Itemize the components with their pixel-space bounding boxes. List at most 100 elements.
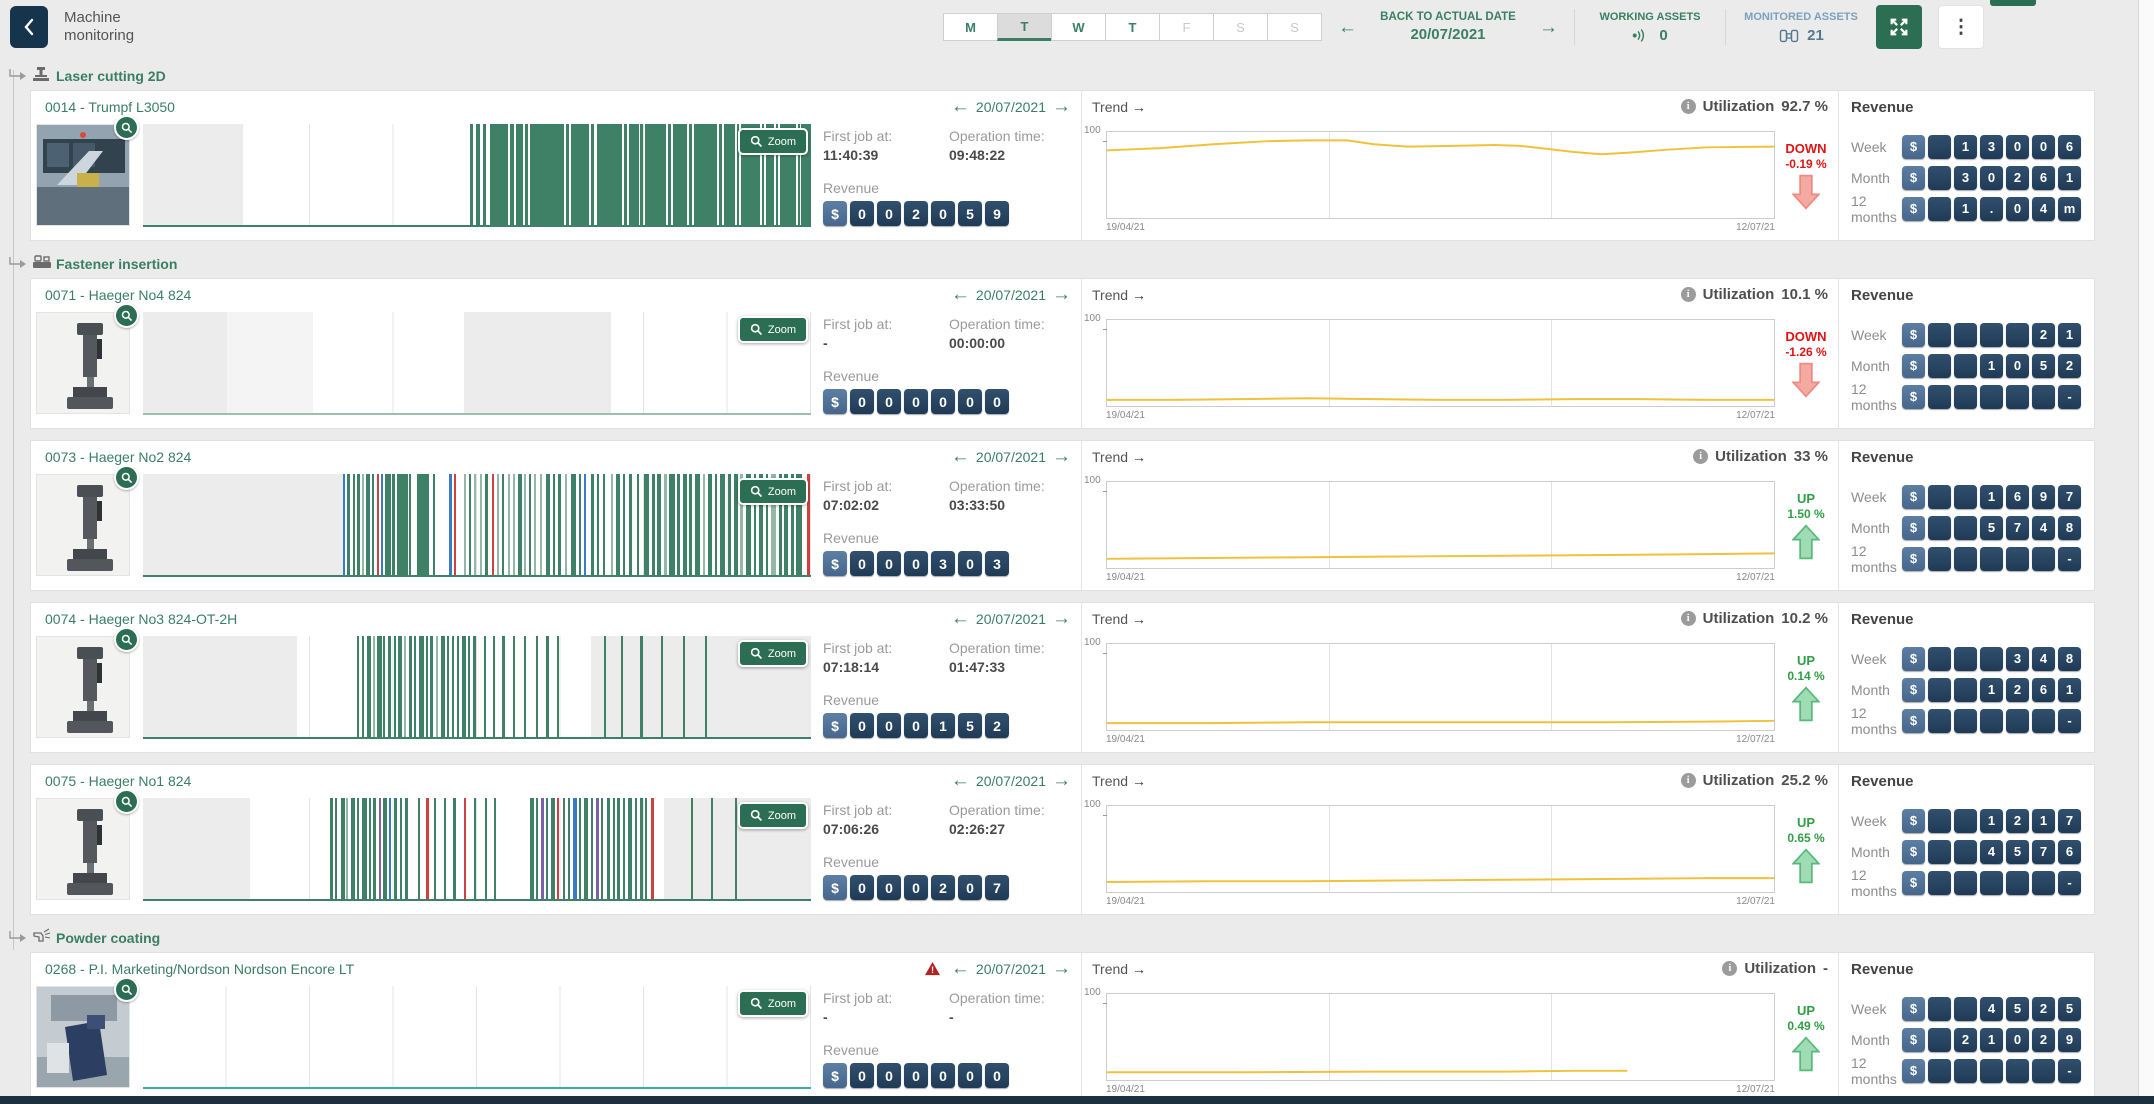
weekday-button[interactable]: F xyxy=(1159,13,1214,41)
timeline-bar xyxy=(525,124,528,225)
weekday-button[interactable]: S xyxy=(1213,13,1268,41)
timeline-bar xyxy=(689,474,692,575)
machine-name-link[interactable]: 0073 - Haeger No2 824 xyxy=(45,449,191,465)
info-icon[interactable]: i xyxy=(1681,773,1696,788)
fullscreen-button[interactable] xyxy=(1876,5,1922,49)
next-day-arrow[interactable]: → xyxy=(1052,609,1071,628)
machine-card: 0071 - Haeger No4 824 ! ← 20/07/2021 → xyxy=(30,278,2095,429)
digit-box: - xyxy=(2058,1059,2081,1083)
fastener-insertion-icon xyxy=(32,254,52,274)
timeline-bar xyxy=(677,474,680,575)
timeline-bar xyxy=(362,636,364,737)
weekday-button[interactable]: W xyxy=(1051,13,1106,41)
timeline-bar xyxy=(573,798,576,899)
more-options-button[interactable]: ⋮ xyxy=(1938,5,1984,49)
timeline-zoom-button[interactable]: Zoom xyxy=(738,640,808,667)
prev-day-arrow[interactable]: ← xyxy=(951,959,970,978)
prev-day-arrow[interactable]: ← xyxy=(951,447,970,466)
trend-link[interactable]: Trend → xyxy=(1092,611,1146,627)
dollar-badge: $ xyxy=(823,201,847,226)
revenue-counter: $000152 xyxy=(823,713,1075,738)
first-job-value: 07:18:14 xyxy=(823,659,949,675)
timeline-baseline xyxy=(143,1087,811,1089)
timeline-baseline xyxy=(143,899,811,901)
machine-photo xyxy=(36,636,130,738)
back-to-actual-date[interactable]: BACK TO ACTUAL DATE 20/07/2021 xyxy=(1373,11,1523,43)
trend-direction: UP xyxy=(1778,1003,1834,1018)
magnifier-icon xyxy=(750,485,763,498)
machine-section: Laser cutting 2D 0014 - Trumpf L3050 ! ←… xyxy=(0,64,2154,241)
timeline-zoom-button[interactable]: Zoom xyxy=(738,478,808,505)
operation-time-label: Operation time: xyxy=(949,128,1075,144)
next-day-arrow[interactable]: → xyxy=(1052,285,1071,304)
next-date-arrow[interactable]: → xyxy=(1539,18,1558,37)
timeline-bar xyxy=(377,474,380,575)
trend-link[interactable]: Trend → xyxy=(1092,287,1146,303)
next-day-arrow[interactable]: → xyxy=(1052,447,1071,466)
next-day-arrow[interactable]: → xyxy=(1052,771,1071,790)
press-machine-photo xyxy=(36,798,130,900)
timeline-zoom-button[interactable]: Zoom xyxy=(738,990,808,1017)
info-icon[interactable]: i xyxy=(1681,287,1696,302)
weekday-button[interactable]: M xyxy=(943,13,998,41)
digit-box xyxy=(2032,709,2055,733)
machine-name-link[interactable]: 0075 - Haeger No1 824 xyxy=(45,773,191,789)
photo-magnifier-icon[interactable] xyxy=(114,303,139,328)
weekday-button[interactable]: S xyxy=(1267,13,1322,41)
info-icon[interactable]: i xyxy=(1693,449,1708,464)
timeline-zoom-button[interactable]: Zoom xyxy=(738,316,808,343)
timeline-bar xyxy=(389,798,391,899)
revenue-row-label: 12 months xyxy=(1851,705,1902,737)
timeline-bar xyxy=(541,798,544,899)
photo-magnifier-icon[interactable] xyxy=(114,977,139,1002)
card-date-nav: ! ← 20/07/2021 → xyxy=(951,285,1071,304)
trend-link[interactable]: Trend → xyxy=(1092,99,1146,115)
trend-link[interactable]: Trend → xyxy=(1092,961,1146,977)
chart-y-max-label: 100 xyxy=(1084,125,1101,136)
section-connector-arrow xyxy=(8,257,30,271)
weekday-button[interactable]: T xyxy=(997,13,1052,41)
chart-x-end-label: 12/07/21 xyxy=(1736,222,1775,233)
revenue-row-counter: $- xyxy=(1902,871,2084,895)
machine-name-link[interactable]: 0071 - Haeger No4 824 xyxy=(45,287,191,303)
revenue-rows: Week$4525Month$2102912 months$- xyxy=(1851,993,2084,1086)
timeline-bar xyxy=(624,124,627,225)
timeline-bar xyxy=(640,124,643,225)
trend-arrow-icon: → xyxy=(1132,449,1146,465)
digit-box: 0 xyxy=(877,389,901,414)
timeline-bar xyxy=(474,798,476,899)
trend-link[interactable]: Trend → xyxy=(1092,773,1146,789)
timeline-bar xyxy=(529,474,531,575)
machine-name-link[interactable]: 0074 - Haeger No3 824-OT-2H xyxy=(45,611,237,627)
photo-magnifier-icon[interactable] xyxy=(114,115,139,140)
magnifier-icon xyxy=(750,809,763,822)
back-button[interactable] xyxy=(10,6,48,48)
prev-day-arrow[interactable]: ← xyxy=(951,771,970,790)
trend-link[interactable]: Trend → xyxy=(1092,449,1146,465)
machine-name-link[interactable]: 0014 - Trumpf L3050 xyxy=(45,99,175,115)
info-icon[interactable]: i xyxy=(1681,99,1696,114)
timeline-bar xyxy=(617,798,620,899)
prev-day-arrow[interactable]: ← xyxy=(951,609,970,628)
top-green-tab[interactable] xyxy=(1990,0,2036,6)
prev-day-arrow[interactable]: ← xyxy=(951,285,970,304)
machine-name-link[interactable]: 0268 - P.I. Marketing/Nordson Nordson En… xyxy=(45,961,354,977)
revenue-row-counter: $1.04m xyxy=(1902,197,2084,221)
weekday-button[interactable]: T xyxy=(1105,13,1160,41)
info-icon[interactable]: i xyxy=(1681,611,1696,626)
prev-day-arrow[interactable]: ← xyxy=(951,97,970,116)
prev-date-arrow[interactable]: ← xyxy=(1338,18,1357,37)
next-day-arrow[interactable]: → xyxy=(1052,97,1071,116)
digit-box: 0 xyxy=(2006,1028,2029,1052)
digit-box xyxy=(1928,840,1951,864)
timeline-zoom-button[interactable]: Zoom xyxy=(738,802,808,829)
photo-magnifier-icon[interactable] xyxy=(114,627,139,652)
photo-magnifier-icon[interactable] xyxy=(114,465,139,490)
info-icon[interactable]: i xyxy=(1722,961,1737,976)
next-day-arrow[interactable]: → xyxy=(1052,959,1071,978)
dollar-badge: $ xyxy=(1902,354,1925,378)
scrollbar[interactable] xyxy=(2138,0,2154,1104)
timeline-zoom-button[interactable]: Zoom xyxy=(738,128,808,155)
photo-magnifier-icon[interactable] xyxy=(114,789,139,814)
revenue-row-label: Month xyxy=(1851,520,1902,536)
